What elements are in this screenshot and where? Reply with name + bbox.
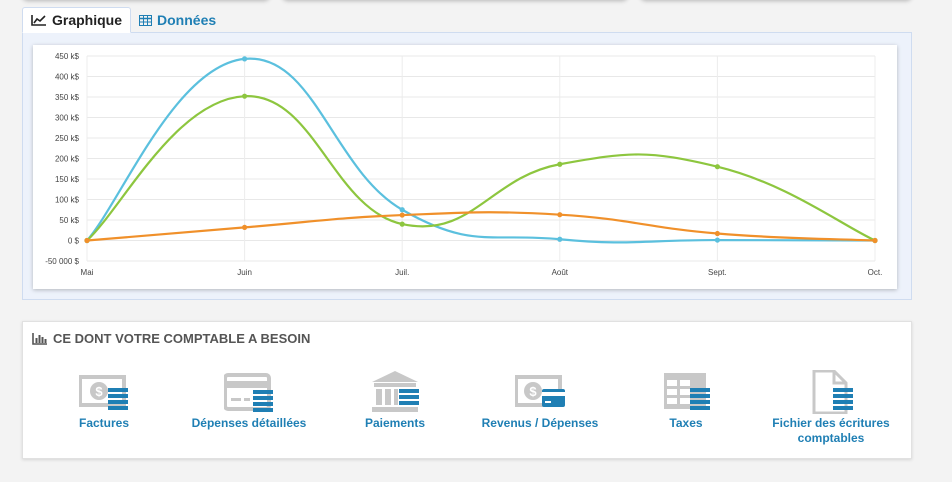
factures-link[interactable]: $ Factures [34, 370, 174, 431]
series-line [86, 57, 876, 244]
data-point[interactable] [872, 237, 878, 244]
data-point[interactable] [557, 236, 563, 242]
x-tick-label: Oct. [868, 268, 883, 277]
data-point[interactable] [714, 237, 721, 243]
x-tick-label: Sept. [708, 268, 727, 277]
y-tick-label: 250 k$ [55, 134, 80, 143]
line-chart: 450 k$ 400 k$ 350 k$ 300 k$ 250 k$ 200 k$ 150 … [45, 52, 883, 277]
depenses-detaillees-link[interactable]: Dépenses détaillées [179, 370, 319, 431]
taxes-table-icon [664, 373, 710, 410]
y-tick-label: 50 k$ [59, 216, 79, 225]
fichier-ecritures-link[interactable]: Fichier des écritures comptables [761, 370, 901, 446]
tab-label: Données [157, 12, 217, 28]
section-header: CE DONT VOTRE COMPTABLE A BESOIN [32, 331, 310, 346]
tab-donnees[interactable]: Données [131, 7, 224, 33]
detailed-expenses-icon [224, 373, 273, 412]
paiements-link[interactable]: Paiements [325, 370, 465, 431]
y-tick-label: 350 k$ [55, 93, 80, 102]
data-point[interactable] [399, 212, 405, 218]
y-tick-label: 200 k$ [55, 155, 80, 164]
y-tick-label: 150 k$ [55, 175, 80, 184]
x-tick-label: Août [552, 268, 569, 277]
bar-chart-icon [32, 332, 47, 345]
accountant-needs-card: CE DONT VOTRE COMPTABLE A BESOIN $ Factu… [22, 321, 912, 459]
table-icon [139, 14, 153, 26]
chart-card: 450 k$ 400 k$ 350 k$ 300 k$ 250 k$ 200 k$ 150 … [33, 45, 897, 289]
taxes-link[interactable]: Taxes [616, 370, 756, 431]
data-point[interactable] [557, 161, 563, 167]
data-point[interactable] [399, 207, 405, 213]
item-label: Taxes [669, 416, 703, 430]
bank-payments-icon [372, 371, 419, 412]
line-chart-icon [31, 15, 46, 26]
accounting-file-icon [812, 370, 853, 414]
data-point[interactable] [242, 93, 248, 99]
item-label: Revenus / Dépenses [481, 416, 599, 430]
revenus-depenses-link[interactable]: $ Revenus / Dépenses [470, 370, 610, 431]
revenue-expenses-icon: $ [515, 375, 565, 407]
item-label: Factures [78, 416, 130, 430]
y-tick-label: 450 k$ [55, 52, 80, 61]
invoice-money-icon: $ [79, 375, 128, 410]
section-title: CE DONT VOTRE COMPTABLE A BESOIN [53, 331, 311, 346]
data-point[interactable] [242, 224, 248, 230]
item-label: Fichier des écritures comptables [772, 416, 890, 445]
svg-text:$: $ [95, 384, 103, 399]
item-label: Dépenses détaillées [191, 416, 307, 430]
y-tick-label: 300 k$ [55, 114, 80, 123]
data-point[interactable] [242, 56, 248, 62]
y-tick-label: 400 k$ [55, 73, 80, 82]
x-tick-label: Juin [237, 268, 252, 277]
x-tick-label: Juil. [395, 268, 409, 277]
chart-tabs: Graphique Données [22, 7, 224, 33]
y-tick-label: 100 k$ [55, 196, 80, 205]
data-point[interactable] [399, 221, 405, 227]
data-point[interactable] [84, 237, 90, 244]
tab-graphique[interactable]: Graphique [22, 7, 132, 33]
x-tick-label: Mai [81, 268, 94, 277]
data-point[interactable] [714, 230, 721, 237]
tab-label: Graphique [52, 12, 123, 28]
data-point[interactable] [714, 164, 721, 170]
y-tick-label: -50 000 $ [45, 257, 79, 266]
y-tick-label: 0 $ [68, 237, 80, 246]
svg-text:$: $ [529, 384, 537, 399]
item-label: Paiements [364, 416, 426, 430]
data-point[interactable] [557, 212, 563, 218]
